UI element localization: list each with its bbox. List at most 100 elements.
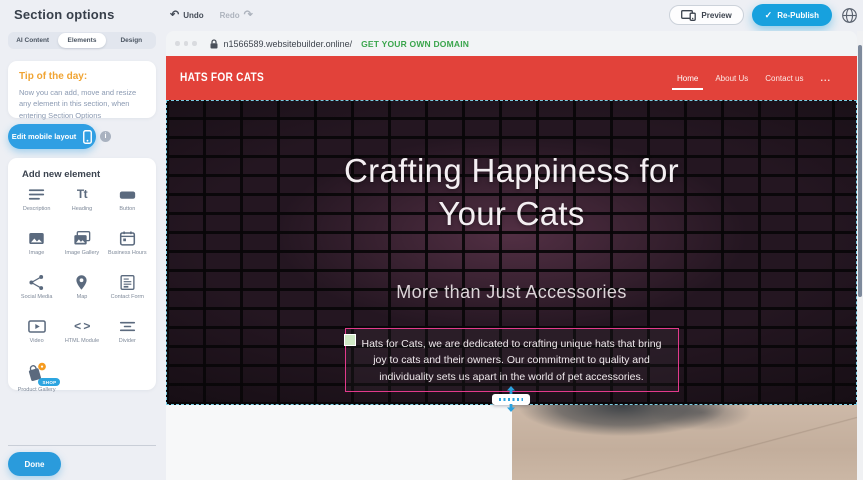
tab-design[interactable]: Design — [108, 33, 155, 48]
scrollbar-thumb[interactable] — [858, 45, 862, 297]
element-label: Description — [23, 206, 51, 213]
element-divider[interactable]: Divider — [105, 318, 150, 351]
preview-button[interactable]: Preview — [669, 5, 743, 25]
preview-scrollbar[interactable] — [857, 31, 863, 480]
resize-arrow-down-icon — [507, 404, 516, 412]
site-nav: Home About Us Contact us ... — [677, 56, 831, 100]
element-description[interactable]: Description — [14, 186, 59, 219]
edit-mobile-layout-button[interactable]: Edit mobile layout — [8, 124, 96, 149]
language-globe-button[interactable] — [840, 6, 858, 24]
browser-dots — [175, 41, 197, 46]
devices-icon — [681, 10, 696, 21]
image-icon — [28, 230, 45, 247]
share-icon — [28, 274, 45, 291]
element-label: Divider — [119, 338, 136, 345]
tab-ai-content[interactable]: AI Content — [9, 33, 56, 48]
browser-dot — [192, 41, 197, 46]
preview-label: Preview — [701, 11, 731, 20]
top-toolbar: Section options ↶ Undo Redo ↷ Preview ✓ … — [0, 0, 863, 30]
hero-subtitle: More than Just Accessories — [166, 282, 857, 303]
hero-description-text: Hats for Cats, we are dedicated to craft… — [354, 336, 670, 385]
element-label: Business Hours — [108, 250, 147, 257]
undo-icon: ↶ — [170, 10, 179, 21]
text-lines-icon — [28, 186, 45, 203]
tab-elements[interactable]: Elements — [58, 33, 105, 48]
element-contact-form[interactable]: Contact Form — [105, 274, 150, 307]
hero-text-element-selected[interactable]: Hats for Cats, we are dedicated to craft… — [345, 328, 679, 392]
nav-contact-us[interactable]: Contact us — [765, 74, 803, 83]
element-label: Social Media — [21, 294, 53, 301]
hero-title-line1: Crafting Happiness for — [344, 152, 679, 189]
element-label: Video — [30, 338, 44, 345]
redo-button[interactable]: Redo ↷ — [220, 10, 253, 21]
tip-title: Tip of the day: — [19, 71, 145, 82]
grip-dots-icon — [499, 398, 523, 401]
undo-label: Undo — [183, 11, 203, 20]
browser-bar: n1566589.websitebuilder.online/ GET YOUR… — [166, 31, 857, 56]
globe-icon — [841, 7, 858, 24]
site-logo[interactable]: HATS FOR CATS — [180, 72, 264, 84]
element-product-gallery[interactable]: SHOP Product Gallery — [14, 362, 59, 395]
nav-home[interactable]: Home — [677, 74, 698, 83]
add-new-element-title: Add new element — [22, 169, 100, 180]
website-builder-app: Section options ↶ Undo Redo ↷ Preview ✓ … — [0, 0, 863, 480]
site-url: n1566589.websitebuilder.online/ — [224, 39, 353, 49]
lock-wrap — [210, 39, 218, 49]
hero-title-line2: Your Cats — [438, 195, 584, 232]
video-icon — [27, 318, 47, 335]
element-grid: Description Tt Heading Button Image Imag… — [14, 186, 150, 395]
check-icon: ✓ — [765, 10, 773, 21]
tip-body: Now you can add, move and resize any ele… — [19, 87, 145, 121]
element-image[interactable]: Image — [14, 230, 59, 263]
republish-button[interactable]: ✓ Re-Publish — [752, 4, 832, 26]
page-title: Section options — [14, 7, 115, 22]
resize-arrow-up-icon — [507, 386, 516, 394]
form-icon — [119, 274, 136, 291]
button-icon — [119, 186, 136, 203]
element-heading[interactable]: Tt Heading — [59, 186, 104, 219]
browser-dot — [175, 41, 180, 46]
done-label: Done — [25, 460, 45, 469]
element-label: Map — [77, 294, 88, 301]
sidebar-tabs: AI Content Elements Design — [8, 32, 156, 49]
element-label: Image Gallery — [65, 250, 99, 257]
calendar-icon — [119, 230, 136, 247]
next-section-blank — [166, 405, 512, 480]
get-own-domain-link[interactable]: GET YOUR OWN DOMAIN — [361, 39, 469, 49]
section-resize-handle[interactable] — [492, 387, 530, 411]
nav-more-button[interactable]: ... — [820, 73, 831, 83]
phone-icon — [83, 130, 92, 144]
hero-title: Crafting Happiness for Your Cats — [166, 150, 857, 236]
browser-dot — [184, 41, 189, 46]
hero-section[interactable]: Crafting Happiness for Your Cats More th… — [166, 100, 857, 405]
element-map[interactable]: Map — [59, 274, 104, 307]
edit-mobile-label: Edit mobile layout — [12, 132, 77, 141]
undo-button[interactable]: ↶ Undo — [170, 10, 204, 21]
map-pin-icon — [73, 274, 90, 291]
add-new-element-panel: Add new element Description Tt Heading B… — [8, 158, 156, 390]
divider-icon — [119, 318, 136, 335]
element-button[interactable]: Button — [105, 186, 150, 219]
info-button[interactable]: i — [100, 131, 111, 142]
done-button[interactable]: Done — [8, 452, 61, 476]
sidebar-divider — [8, 445, 156, 446]
republish-label: Re-Publish — [777, 11, 819, 20]
redo-label: Redo — [220, 11, 240, 20]
element-video[interactable]: Video — [14, 318, 59, 351]
site-preview-canvas: n1566589.websitebuilder.online/ GET YOUR… — [166, 31, 857, 480]
code-icon: < > — [74, 318, 90, 335]
redo-icon: ↷ — [244, 10, 253, 21]
element-html-module[interactable]: < > HTML Module — [59, 318, 104, 351]
element-label: Heading — [72, 206, 93, 213]
element-label: HTML Module — [65, 338, 99, 345]
nav-about-us[interactable]: About Us — [715, 74, 748, 83]
element-label: Product Gallery — [18, 387, 56, 394]
next-section-photo — [512, 405, 857, 480]
image-gallery-icon — [72, 230, 92, 247]
element-business-hours[interactable]: Business Hours — [105, 230, 150, 263]
element-image-gallery[interactable]: Image Gallery — [59, 230, 104, 263]
element-drag-handle[interactable] — [344, 334, 356, 346]
undo-redo-group: ↶ Undo Redo ↷ — [170, 0, 253, 30]
element-social-media[interactable]: Social Media — [14, 274, 59, 307]
lock-icon — [210, 39, 218, 49]
